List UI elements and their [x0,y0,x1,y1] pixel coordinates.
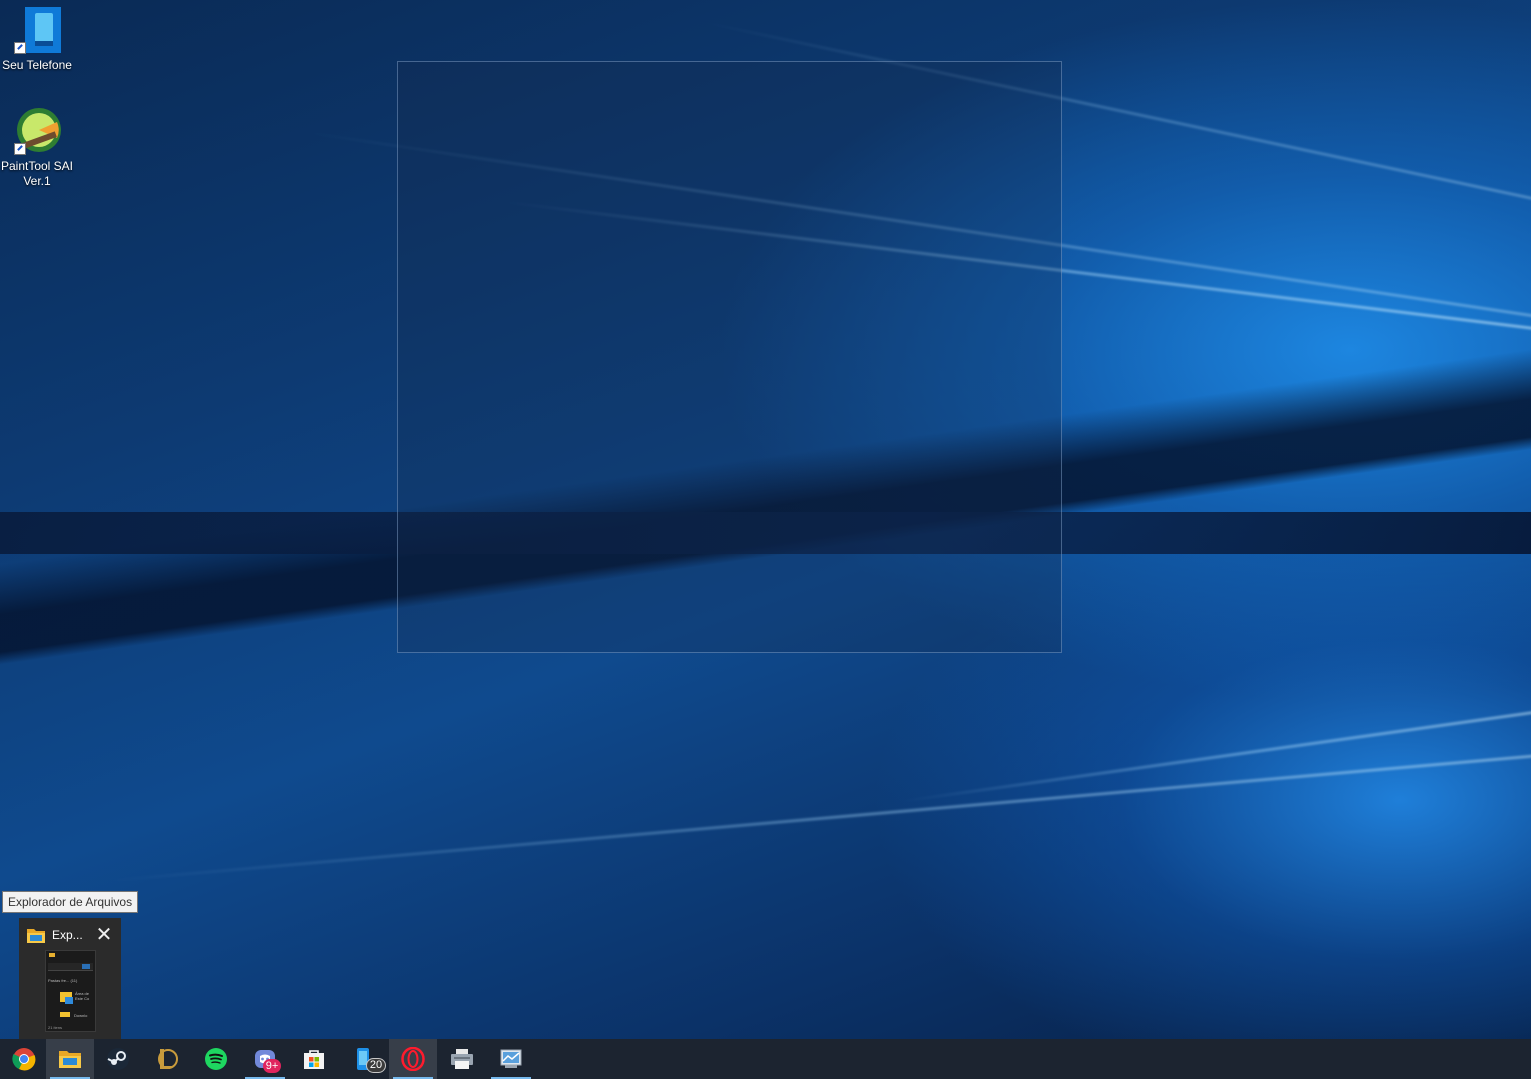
spotify-icon [205,1048,227,1070]
chrome-icon [12,1048,36,1071]
folder-icon [27,927,45,943]
mini-text: Downlo [74,1013,88,1018]
shortcut-arrow-icon [14,42,26,54]
mini-status-text: 21 itens [48,1025,63,1030]
store-icon [304,1050,324,1069]
thumbnail-window-preview: Pastas fre... (11) Área de Este Co Downl… [45,950,96,1032]
taskbar-item-league-of-legends[interactable] [143,1039,191,1079]
taskbar-tooltip: Explorador de Arquivos [2,891,139,913]
folder-icon [59,1051,81,1068]
desktop-icon-label-line2: Ver.1 [23,174,51,188]
taskbar-item-control-panel[interactable] [487,1039,535,1079]
taskbar-item-discord[interactable]: 9+ [241,1039,289,1079]
desktop-icon-seu-telefone[interactable]: Seu Telefone [0,7,74,73]
desktop-icon-painttool-sai[interactable]: PaintTool SAI Ver.1 [0,108,74,189]
desktop-icon-label-line1: PaintTool SAI [0,159,74,173]
mini-folder-icon [60,1012,70,1017]
league-icon [158,1049,178,1069]
mini-text: Este Co [75,996,90,1001]
desktop-icon-label: Seu Telefone [2,58,72,72]
taskbar-item-opera[interactable] [389,1039,437,1079]
taskbar-item-printer[interactable] [438,1039,486,1079]
taskbar-item-spotify[interactable] [192,1039,240,1079]
shortcut-arrow-icon [14,143,26,155]
control-panel-icon [500,1049,522,1068]
printer-icon [451,1049,473,1069]
opera-icon [401,1047,425,1071]
taskbar-item-your-phone[interactable]: 20 [340,1039,388,1079]
desktop-background: Seu Telefone PaintTool SAI Ver.1 Explora… [0,0,1531,1039]
mini-drive-icon [65,997,73,1004]
mini-toolbar-button [82,964,90,969]
wallpaper-beam [899,702,1531,803]
taskbar-item-file-explorer[interactable] [46,1039,94,1079]
taskbar-item-steam[interactable] [94,1039,142,1079]
notification-badge: 20 [366,1058,386,1073]
thumbnail-title: Exp... [52,928,83,942]
thumbnail-close-button[interactable]: ✕ [95,924,113,946]
mini-folder-icon [49,953,55,957]
notification-badge: 9+ [263,1059,281,1073]
painttool-sai-icon [13,108,61,156]
window-drag-outline [397,61,1062,653]
close-icon: ✕ [95,924,113,946]
mini-text: Pastas fre... (11) [48,978,78,983]
steam-icon [107,1048,129,1070]
phone-app-icon [13,7,61,55]
wallpaper-beam [99,749,1531,883]
taskbar-item-chrome[interactable] [0,1039,48,1079]
taskbar: 9+ 20 [0,1039,1531,1079]
taskbar-item-microsoft-store[interactable] [290,1039,338,1079]
